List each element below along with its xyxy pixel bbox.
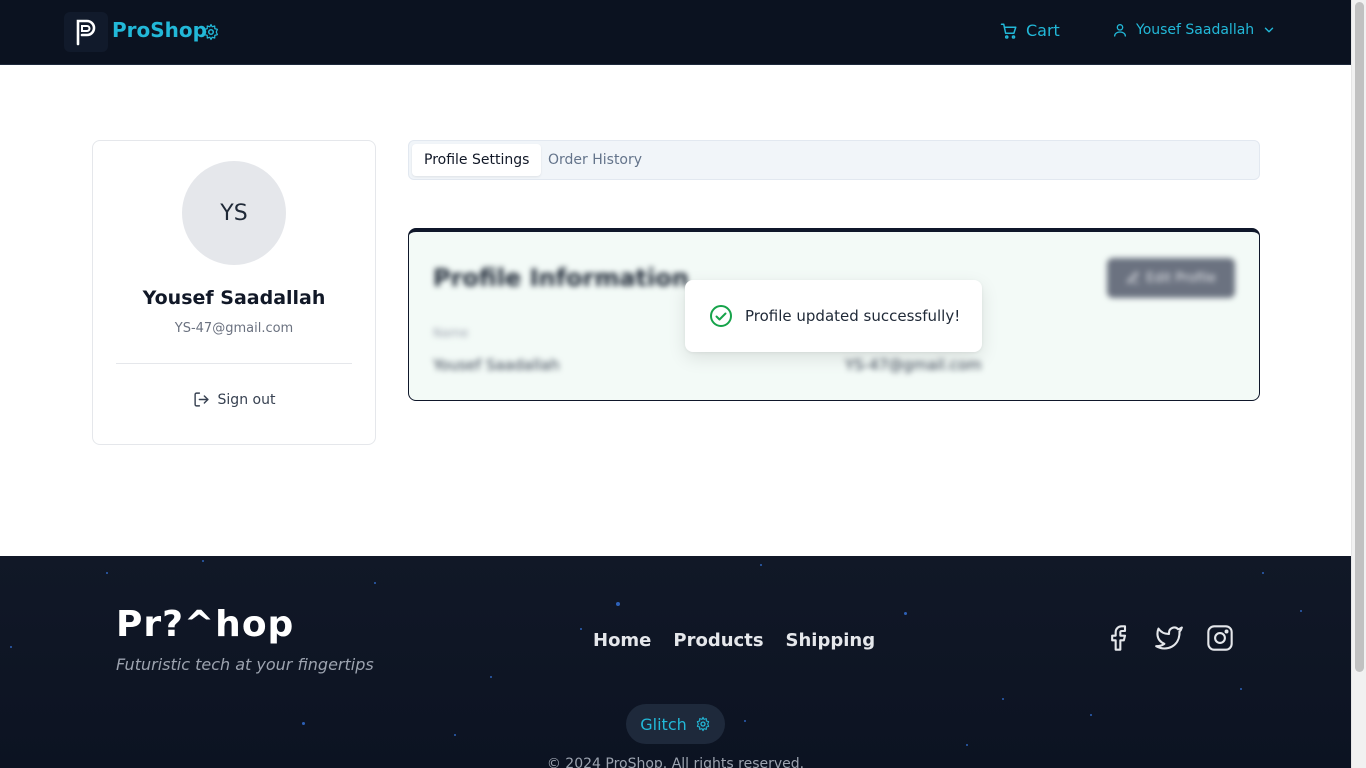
footer-link-home[interactable]: Home — [593, 630, 651, 651]
cart-icon — [1000, 23, 1017, 39]
tab-list: Profile Settings Order History — [408, 140, 1260, 180]
glitch-label: Glitch — [640, 714, 687, 734]
facebook-icon[interactable] — [1104, 624, 1132, 652]
brand-name[interactable]: ProShop — [112, 18, 207, 42]
social-links — [1104, 624, 1234, 652]
profile-name: Yousef Saadallah — [142, 287, 326, 309]
check-circle-icon — [710, 305, 732, 327]
name-value: Yousef Saadallah — [433, 356, 560, 374]
sign-out-label: Sign out — [217, 391, 276, 408]
instagram-icon[interactable] — [1206, 624, 1234, 652]
panel-title: Profile Information — [433, 264, 689, 292]
glitch-button[interactable]: Glitch — [626, 704, 725, 744]
email-value: YS-47@gmail.com — [845, 356, 982, 374]
footer-brand: Pr?^hop — [116, 604, 295, 645]
footer: Pr?^hop Futuristic tech at your fingerti… — [0, 556, 1351, 768]
success-toast: Profile updated successfully! — [685, 280, 982, 352]
gear-icon — [204, 23, 218, 41]
footer-link-shipping[interactable]: Shipping — [786, 630, 876, 651]
twitter-icon[interactable] — [1154, 624, 1184, 652]
logo-p-icon — [76, 19, 96, 46]
toast-message: Profile updated successfully! — [745, 307, 961, 325]
logo[interactable] — [64, 12, 108, 52]
sign-out-button[interactable]: Sign out — [93, 391, 375, 408]
tab-profile-settings[interactable]: Profile Settings — [412, 144, 542, 176]
user-menu-name: Yousef Saadallah — [1136, 22, 1255, 38]
top-navbar: ProShop Cart Yousef Saadallah — [0, 0, 1351, 65]
edit-icon — [1127, 272, 1139, 284]
vertical-scrollbar[interactable] — [1351, 0, 1366, 768]
profile-card: YS Yousef Saadallah YS-47@gmail.com Sign… — [92, 140, 376, 445]
scrollbar-thumb[interactable] — [1355, 2, 1364, 672]
footer-link-products[interactable]: Products — [673, 630, 763, 651]
name-label: Name — [433, 326, 469, 340]
user-icon — [1114, 24, 1126, 37]
footer-tagline: Futuristic tech at your fingertips — [116, 655, 374, 674]
divider — [116, 363, 352, 364]
edit-profile-button[interactable]: Edit Profile — [1107, 258, 1235, 298]
avatar: YS — [182, 161, 286, 265]
footer-nav: Home Products Shipping — [593, 630, 875, 651]
edit-profile-label: Edit Profile — [1146, 270, 1216, 286]
tab-order-history[interactable]: Order History — [536, 144, 654, 176]
copyright-text: © 2024 ProShop. All rights reserved. — [546, 756, 805, 768]
profile-email: YS-47@gmail.com — [174, 321, 294, 336]
cart-label: Cart — [1026, 21, 1060, 40]
gear-icon — [696, 716, 709, 732]
sign-out-icon — [193, 392, 209, 407]
chevron-down-icon — [1264, 27, 1274, 33]
user-menu-dropdown[interactable]: Yousef Saadallah — [1112, 22, 1276, 38]
cart-link[interactable]: Cart — [1000, 21, 1060, 40]
